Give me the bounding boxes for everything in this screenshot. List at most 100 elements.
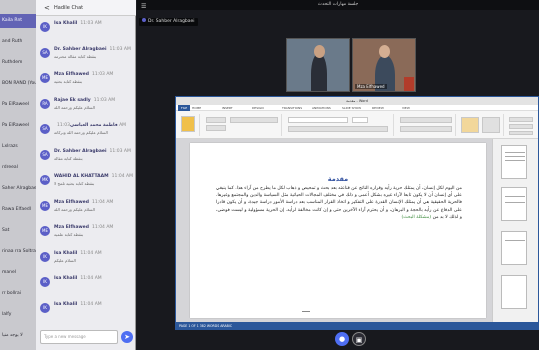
- paragraph-group: [396, 114, 456, 136]
- message-sender: فاطمة محمد العباسي11:03 AM: [54, 123, 126, 128]
- document-body: من اليوم لكل إنسان، أن يمتلك حرية رأيه و…: [216, 185, 462, 221]
- avatar[interactable]: IK: [40, 251, 50, 262]
- message-text: بنقطة كتابة مقالة: [54, 155, 83, 161]
- person-silhouette: [311, 53, 327, 91]
- chat-message: SA فاطمة محمد العباسي11:03 AM السلام عليكم…: [40, 122, 132, 146]
- presenter-name: Dr. Sahber Alragbaei: [148, 19, 195, 24]
- chat-message-input[interactable]: Type a new message: [40, 330, 118, 344]
- participant-name-row[interactable]: Sat: [0, 224, 36, 238]
- chat-panel: < Hadile Chat IK Isa Khalil 11:03 AM SA Dr. …: [36, 0, 136, 350]
- arrange-icon[interactable]: [482, 117, 500, 133]
- participant-name-row[interactable]: rinaa rra Soltrash: [0, 245, 36, 259]
- document-page[interactable]: مقدمة من اليوم لكل إنسان، أن يمتلك حرية …: [190, 143, 486, 318]
- participant-video-1[interactable]: [286, 38, 350, 92]
- message-sender: Isa Khalil 11:03 AM: [54, 21, 102, 26]
- list-buttons[interactable]: [400, 117, 452, 123]
- participant-name-row[interactable]: manel: [0, 266, 36, 280]
- chat-message: ME Mza Elfhawed 11:04 AM بنقطة كتابة علمية: [40, 224, 132, 248]
- participant-name-row[interactable]: Saher Alragbaei: [0, 182, 36, 196]
- participant-name-row[interactable]: Ruthdem: [0, 56, 36, 70]
- background-object: [404, 77, 414, 91]
- avatar[interactable]: SA: [40, 124, 50, 134]
- participant-name-row[interactable]: rr bollrai: [0, 287, 36, 301]
- meeting-stage: جلسة مهارات التحدث ☰ Dr. Sahber Alragbae…: [137, 0, 539, 350]
- sender-name: Isa Khalil: [54, 21, 78, 26]
- sender-name: Mza Elfhawed: [54, 72, 89, 77]
- layout-button[interactable]: [206, 117, 226, 123]
- message-sender: Mza Elfhawed 11:03 AM: [54, 72, 113, 77]
- avatar[interactable]: SA: [40, 149, 50, 160]
- participant-name-row[interactable]: rdreeal: [0, 161, 36, 175]
- chat-message: ME Mza Elfhawed 11:04 AM السلام عليكم ورحمة…: [40, 199, 132, 223]
- chat-message: ME Mza Elfhawed 11:03 AM بنقطة كتابة بحثية: [40, 71, 132, 95]
- clipboard-group: [178, 114, 200, 136]
- message-time: 11:04 AM: [80, 301, 102, 307]
- message-sender: Rajae Ek sadly 11:03 AM: [54, 98, 115, 103]
- document-body-highlight: (مشكلة البحث): [401, 214, 432, 220]
- participants-icon[interactable]: ☰: [141, 4, 147, 10]
- select-button[interactable]: [509, 131, 533, 135]
- meeting-title-bar: جلسة مهارات التحدث: [137, 0, 539, 10]
- avatar[interactable]: RA: [40, 98, 50, 109]
- font-format-buttons[interactable]: [288, 126, 388, 132]
- shapes-icon[interactable]: [461, 117, 479, 133]
- message-sender: Mza Elfhawed 11:04 AM: [54, 200, 113, 205]
- paste-icon[interactable]: [181, 116, 195, 132]
- message-text: السلام عليكم: [54, 257, 76, 263]
- send-icon[interactable]: ➤: [121, 331, 133, 343]
- participant-name-row[interactable]: Kaila Rnt: [0, 14, 36, 28]
- thumbnail-pane: [492, 139, 538, 322]
- page-thumbnail-2[interactable]: [501, 187, 527, 221]
- avatar[interactable]: SA: [40, 47, 50, 58]
- sender-name: Rajae Ek sadly: [54, 97, 91, 103]
- avatar[interactable]: ME: [40, 226, 50, 236]
- chat-message: SA Dr. Sahber Alragbaei 11:03 AM بنقطة كتاب…: [40, 46, 132, 70]
- participant-name-row[interactable]: Pa ElRaweel: [0, 98, 36, 112]
- font-size-select[interactable]: [352, 117, 368, 123]
- participant-name-row[interactable]: and Ruth: [0, 35, 36, 49]
- sender-name: WAHID AL KHATTAAM: [54, 174, 109, 179]
- find-button[interactable]: [509, 117, 533, 122]
- sender-name: Mza Elfhawed: [54, 225, 89, 230]
- drawing-group: [458, 114, 504, 136]
- editing-group: [506, 114, 536, 136]
- sender-name: Isa Khalil: [54, 301, 78, 307]
- avatar[interactable]: ME: [40, 73, 50, 83]
- participant-name-row[interactable]: لا يوجد منيا: [0, 329, 36, 343]
- meeting-title: جلسة مهارات التحدث: [317, 2, 359, 7]
- message-text: بنقطة كتابة بحثية تلمح لا: [54, 181, 95, 186]
- share-icon[interactable]: ▣: [352, 332, 366, 346]
- sender-name: Mza Elfhawed: [54, 199, 89, 205]
- participant-video-2[interactable]: Mza Elfhawed: [352, 38, 416, 92]
- avatar[interactable]: ME: [40, 200, 50, 211]
- avatar[interactable]: IK: [40, 302, 50, 313]
- mic-icon[interactable]: ●: [335, 332, 349, 346]
- page-thumbnail-1[interactable]: [501, 145, 527, 179]
- page-thumbnail-3[interactable]: [501, 231, 527, 265]
- message-time: 11:03 AM: [80, 21, 102, 26]
- reset-button[interactable]: [206, 125, 226, 131]
- message-sender: Mza Elfhawed 11:04 AM: [54, 225, 113, 230]
- person-head: [314, 45, 325, 58]
- sender-name: فاطمة محمد العباسي: [69, 123, 118, 128]
- participant-name-row[interactable]: BON RAND (You): [0, 77, 36, 91]
- sender-name: Isa Khalil: [54, 250, 78, 256]
- message-time: 11:03 AM: [109, 46, 131, 52]
- participant-name-row[interactable]: lalfy: [0, 308, 36, 322]
- chat-header: < Hadile Chat: [36, 0, 136, 16]
- participant-name-row[interactable]: Rawa Elfaedl: [0, 203, 36, 217]
- chat-message: IK Isa Khalil 11:03 AM: [40, 20, 132, 44]
- font-select[interactable]: [288, 117, 348, 123]
- align-buttons[interactable]: [400, 126, 452, 132]
- avatar[interactable]: MK: [40, 175, 50, 185]
- participant-name-row[interactable]: Lxlrazs: [0, 140, 36, 154]
- message-text: السلام عليكم ورحمة الله: [54, 104, 95, 110]
- page-thumbnail-4[interactable]: [501, 275, 527, 309]
- avatar[interactable]: IK: [40, 22, 50, 32]
- chat-message: RA Rajae Ek sadly 11:03 AM السلام عليكم ورح…: [40, 97, 132, 121]
- back-icon[interactable]: <: [44, 0, 50, 16]
- avatar[interactable]: IK: [40, 277, 50, 287]
- section-button[interactable]: [230, 117, 278, 123]
- participant-name-row[interactable]: Pa ElRaweel: [0, 119, 36, 133]
- replace-button[interactable]: [509, 124, 533, 129]
